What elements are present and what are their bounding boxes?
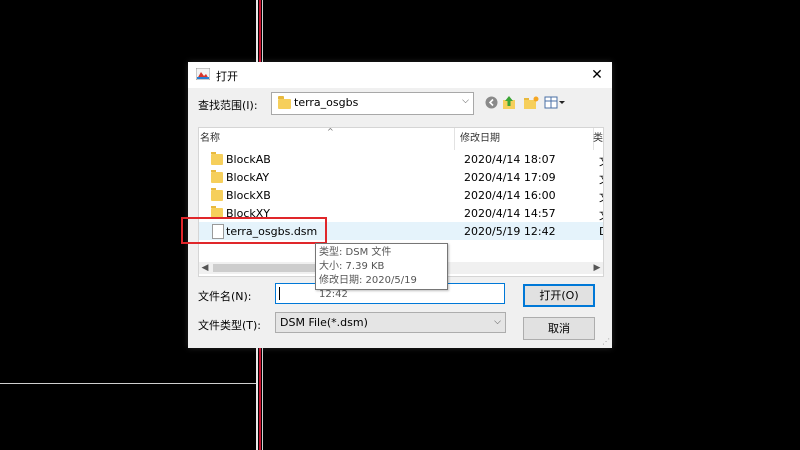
file-name-label: 文件名(N): bbox=[198, 290, 252, 303]
list-item[interactable]: BlockAB 2020/4/14 18:07 文件夹 bbox=[199, 150, 603, 168]
background-horizontal-line bbox=[0, 383, 256, 384]
back-arrow-icon bbox=[485, 96, 497, 109]
file-date: 2020/5/19 12:42 bbox=[464, 225, 556, 238]
up-folder-icon bbox=[502, 96, 515, 109]
close-button[interactable]: ✕ bbox=[582, 62, 612, 88]
list-item[interactable]: BlockAY 2020/4/14 17:09 文件夹 bbox=[199, 168, 603, 186]
folder-icon bbox=[211, 152, 223, 165]
column-header-date[interactable]: 修改日期 bbox=[454, 128, 594, 150]
file-name: BlockAY bbox=[226, 171, 270, 184]
look-in-label: 查找范围(I): bbox=[198, 99, 258, 112]
file-type-select[interactable]: DSM File(*.dsm) ⌵ bbox=[275, 312, 506, 333]
new-folder-icon bbox=[524, 96, 539, 109]
resize-grip-icon[interactable]: ⋰ bbox=[602, 337, 610, 346]
annotation-highlight-box bbox=[181, 217, 327, 244]
tooltip-modified: 修改日期: 2020/5/19 12:42 bbox=[319, 275, 417, 300]
file-name: BlockAB bbox=[226, 153, 271, 166]
dialog-titlebar[interactable]: 打开 ✕ bbox=[188, 62, 612, 88]
folder-icon bbox=[211, 170, 223, 183]
file-date: 2020/4/14 18:07 bbox=[464, 153, 556, 166]
chevron-down-icon: ⌵ bbox=[462, 96, 469, 106]
scroll-right-icon[interactable]: ▶ bbox=[591, 262, 603, 274]
folder-icon bbox=[211, 188, 223, 201]
dialog-title: 打开 bbox=[216, 70, 238, 83]
file-type: 文件夹 bbox=[599, 207, 603, 223]
back-button[interactable] bbox=[484, 94, 498, 111]
file-date: 2020/4/14 14:57 bbox=[464, 207, 556, 220]
file-type: 文件夹 bbox=[599, 189, 603, 205]
tooltip-type: 类型: DSM 文件 bbox=[319, 247, 392, 258]
text-caret bbox=[279, 287, 280, 300]
column-header-type[interactable]: 类型 bbox=[588, 128, 603, 150]
list-item[interactable]: BlockXB 2020/4/14 16:00 文件夹 bbox=[199, 186, 603, 204]
app-icon bbox=[196, 68, 210, 80]
view-icon bbox=[544, 96, 565, 109]
new-folder-button[interactable] bbox=[522, 94, 540, 111]
tooltip-size: 大小: 7.39 KB bbox=[319, 261, 385, 272]
up-folder-button[interactable] bbox=[501, 94, 517, 111]
file-type: 文件夹 bbox=[599, 171, 603, 187]
open-button[interactable]: 打开(O) bbox=[523, 284, 595, 307]
file-type: 文件夹 bbox=[599, 153, 603, 169]
file-tooltip: 类型: DSM 文件 大小: 7.39 KB 修改日期: 2020/5/19 1… bbox=[315, 243, 448, 300]
cancel-button[interactable]: 取消 bbox=[523, 317, 595, 340]
file-date: 2020/4/14 17:09 bbox=[464, 171, 556, 184]
file-date: 2020/4/14 16:00 bbox=[464, 189, 556, 202]
look-in-value: terra_osgbs bbox=[294, 96, 359, 109]
file-type-label: 文件类型(T): bbox=[198, 319, 262, 332]
look-in-combo[interactable]: terra_osgbs ⌵ bbox=[271, 92, 474, 115]
scroll-left-icon[interactable]: ◀ bbox=[199, 262, 211, 274]
file-type-value: DSM File(*.dsm) bbox=[280, 316, 368, 329]
open-file-dialog: 打开 ✕ 查找范围(I): terra_osgbs ⌵ ^ 名称 修改日期 类 … bbox=[188, 62, 612, 348]
file-name: BlockXB bbox=[226, 189, 271, 202]
view-menu-button[interactable] bbox=[543, 94, 567, 111]
column-header-name[interactable]: 名称 bbox=[199, 128, 455, 150]
file-type: DSM bbox=[599, 225, 603, 238]
chevron-down-icon: ⌵ bbox=[494, 317, 501, 327]
folder-icon bbox=[278, 96, 291, 109]
